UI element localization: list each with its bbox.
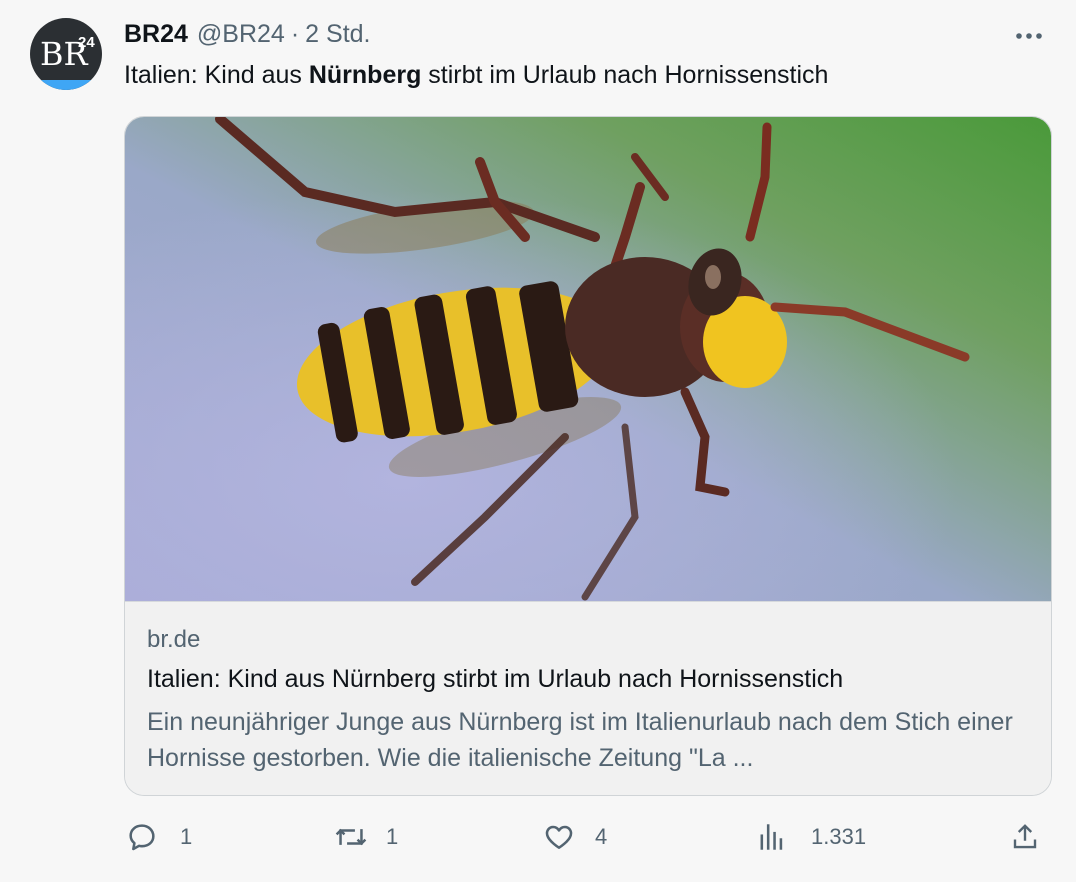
reply-icon <box>129 824 155 851</box>
tweet-text-part: stirbt im Urlaub nach Hornissenstich <box>421 61 829 89</box>
card-title: Italien: Kind aus Nürnberg stirbt im Url… <box>147 665 844 693</box>
like-button[interactable]: 4 <box>543 812 607 862</box>
tweet-header: BR24 @BR24 · 2 Std. <box>124 20 371 50</box>
retweet-icon <box>335 828 367 846</box>
tweet[interactable]: BR 24 BR24 @BR24 · 2 Std. Italien: Kind … <box>0 0 1076 882</box>
avatar-accent <box>30 80 102 90</box>
share-icon <box>1013 824 1037 849</box>
more-icon <box>1016 33 1042 39</box>
share-button[interactable] <box>1010 812 1040 862</box>
avatar-superscript: 24 <box>78 34 95 51</box>
reply-button[interactable]: 1 <box>126 812 192 862</box>
retweet-button[interactable]: 1 <box>334 812 398 862</box>
author-handle[interactable]: @BR24 <box>197 20 285 49</box>
card-image-hornet[interactable] <box>125 117 1051 601</box>
separator: · <box>290 20 300 48</box>
more-button[interactable] <box>1012 20 1046 50</box>
card-description: Ein neunjähriger Junge aus Nürnberg ist … <box>147 708 1013 772</box>
views-count: 1.331 <box>811 824 867 849</box>
card-meta[interactable]: br.de Italien: Kind aus Nürnberg stirbt … <box>125 601 1051 795</box>
timestamp[interactable]: 2 Std. <box>305 20 370 49</box>
author-name[interactable]: BR24 <box>124 20 188 49</box>
link-card[interactable]: br.de Italien: Kind aus Nürnberg stirbt … <box>124 116 1052 796</box>
action-bar: 1 1 4 1.331 <box>0 812 1076 862</box>
views-icon <box>760 824 783 850</box>
tweet-text-part: Italien: Kind aus <box>124 61 309 89</box>
card-domain: br.de <box>147 626 201 653</box>
tweet-text: Italien: Kind aus Nürnberg stirbt im Url… <box>124 60 828 90</box>
like-count: 4 <box>595 824 608 849</box>
tweet-text-bold[interactable]: Nürnberg <box>309 61 422 89</box>
reply-count: 1 <box>180 824 193 849</box>
retweet-count: 1 <box>386 824 399 849</box>
heart-icon <box>545 825 573 849</box>
avatar[interactable]: BR 24 <box>30 18 102 90</box>
views-button[interactable]: 1.331 <box>758 812 866 862</box>
